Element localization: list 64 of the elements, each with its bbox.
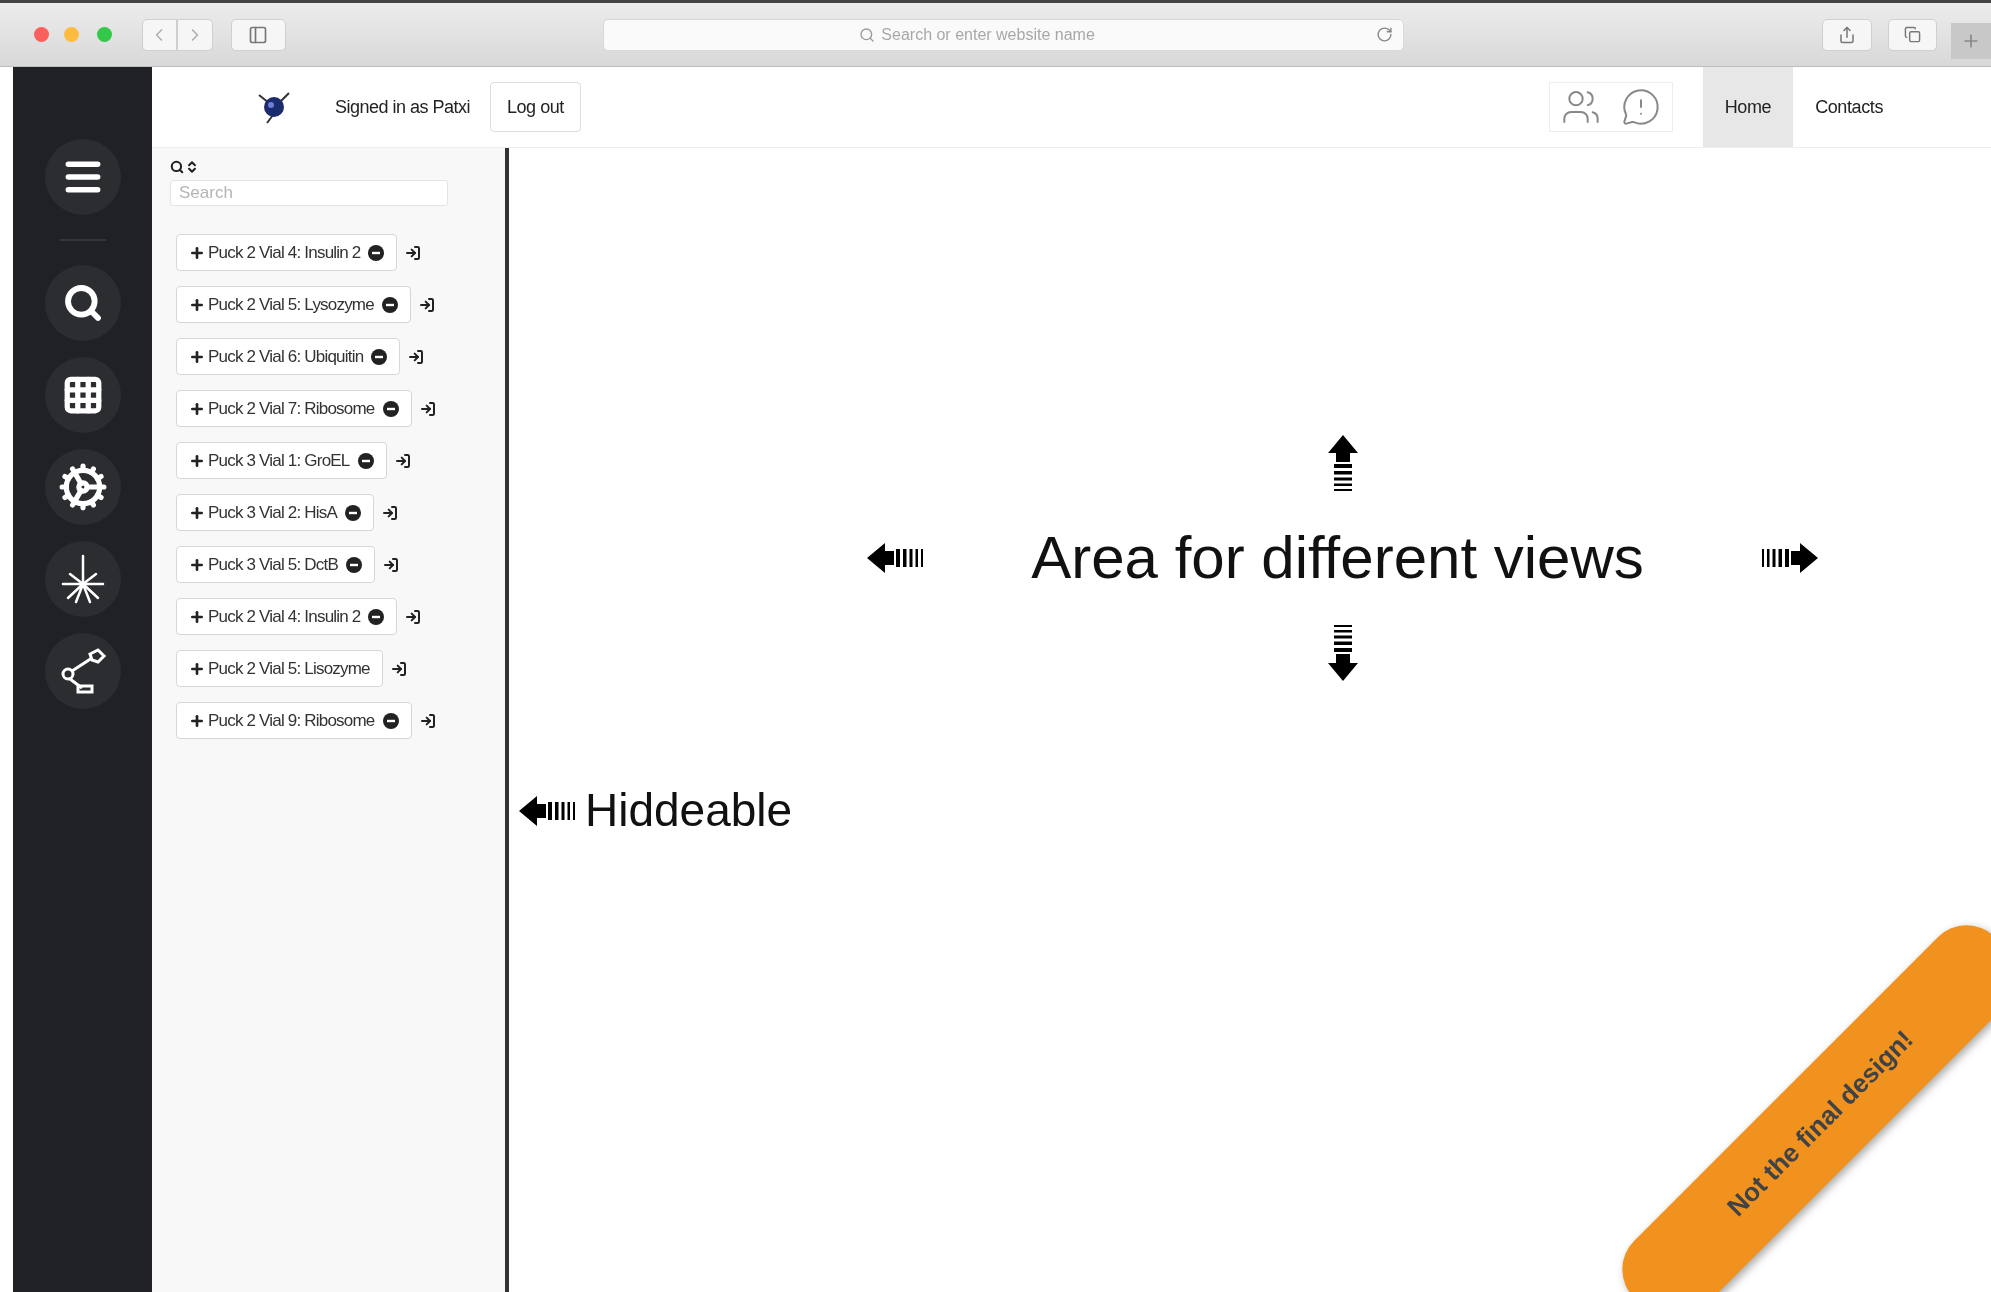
search-field[interactable]: Search [170, 180, 448, 206]
right-arrow [1761, 543, 1818, 573]
alert-message-icon[interactable] [1620, 87, 1661, 127]
share-button[interactable] [1822, 18, 1872, 51]
sample-item-button[interactable]: Puck 2 Vial 7: Ribosome [176, 390, 412, 427]
remove-icon[interactable] [371, 348, 388, 365]
remove-icon[interactable] [346, 556, 362, 573]
starburst-icon [59, 554, 106, 604]
load-icon[interactable] [383, 556, 399, 573]
load-icon[interactable] [419, 712, 436, 729]
hideable-annotation: Hiddeable [585, 783, 793, 838]
plus-icon [189, 296, 205, 313]
plus-icon [189, 608, 205, 625]
sample-item-button[interactable]: Puck 2 Vial 4: Insulin 2 [176, 598, 398, 635]
load-icon[interactable] [382, 504, 399, 521]
remove-icon[interactable] [368, 608, 385, 625]
area-title: Area for different views [1031, 523, 1644, 593]
sample-item-button[interactable]: Puck 3 Vial 5: DctB [176, 546, 375, 583]
up-arrow [1327, 435, 1358, 491]
sample-item-button[interactable]: Puck 2 Vial 5: Lysozyme [176, 286, 411, 323]
logout-button[interactable]: Log out [490, 82, 581, 132]
left-arrow [867, 543, 924, 573]
remove-icon[interactable] [345, 504, 362, 521]
plus-icon [189, 712, 205, 729]
signed-in-text: Signed in as Patxi [335, 95, 471, 119]
search-icon [62, 283, 103, 323]
settings-icon [57, 462, 108, 512]
load-icon[interactable] [405, 244, 422, 261]
remove-icon[interactable] [382, 400, 399, 417]
search-icon [859, 26, 876, 43]
sample-item-button[interactable]: Puck 2 Vial 9: Ribosome [176, 702, 412, 739]
remove-icon[interactable] [381, 296, 398, 313]
plus-icon [189, 400, 205, 417]
load-icon[interactable] [405, 608, 422, 625]
load-icon[interactable] [390, 660, 407, 677]
plus-icon [189, 556, 205, 573]
tabs-icon [1904, 26, 1922, 43]
left-arrow [519, 795, 575, 826]
sort-icon[interactable] [185, 160, 199, 174]
load-icon[interactable] [394, 452, 411, 469]
sample-item-button[interactable]: Puck 2 Vial 5: Lisozyme [176, 650, 383, 687]
sidebar-icon [248, 24, 269, 45]
reload-icon[interactable] [1376, 26, 1394, 43]
load-icon[interactable] [418, 296, 435, 313]
remove-icon[interactable] [368, 244, 385, 261]
sample-item-button[interactable]: Puck 3 Vial 2: HisA [176, 494, 375, 531]
sidebar-toggle-button[interactable] [230, 18, 287, 51]
share-icon [1838, 25, 1857, 44]
tabs-button[interactable] [1887, 18, 1938, 51]
down-arrow [1327, 625, 1358, 681]
plus-icon [189, 348, 205, 365]
nav-tab[interactable]: Home [1702, 67, 1794, 147]
remove-icon[interactable] [382, 712, 399, 729]
sample-item-button[interactable]: Puck 2 Vial 6: Ubiquitin [176, 338, 401, 375]
plus-icon [189, 452, 205, 469]
sample-item-button[interactable]: Puck 3 Vial 1: GroEL [176, 442, 387, 479]
search-icon [170, 160, 184, 174]
plus-icon [189, 244, 205, 261]
plus-icon [189, 504, 205, 521]
sample-item-button[interactable]: Puck 2 Vial 4: Insulin 2 [176, 234, 398, 271]
remove-icon[interactable] [357, 452, 374, 469]
plus-icon [189, 660, 205, 677]
load-icon[interactable] [419, 400, 436, 417]
load-icon[interactable] [408, 348, 425, 365]
